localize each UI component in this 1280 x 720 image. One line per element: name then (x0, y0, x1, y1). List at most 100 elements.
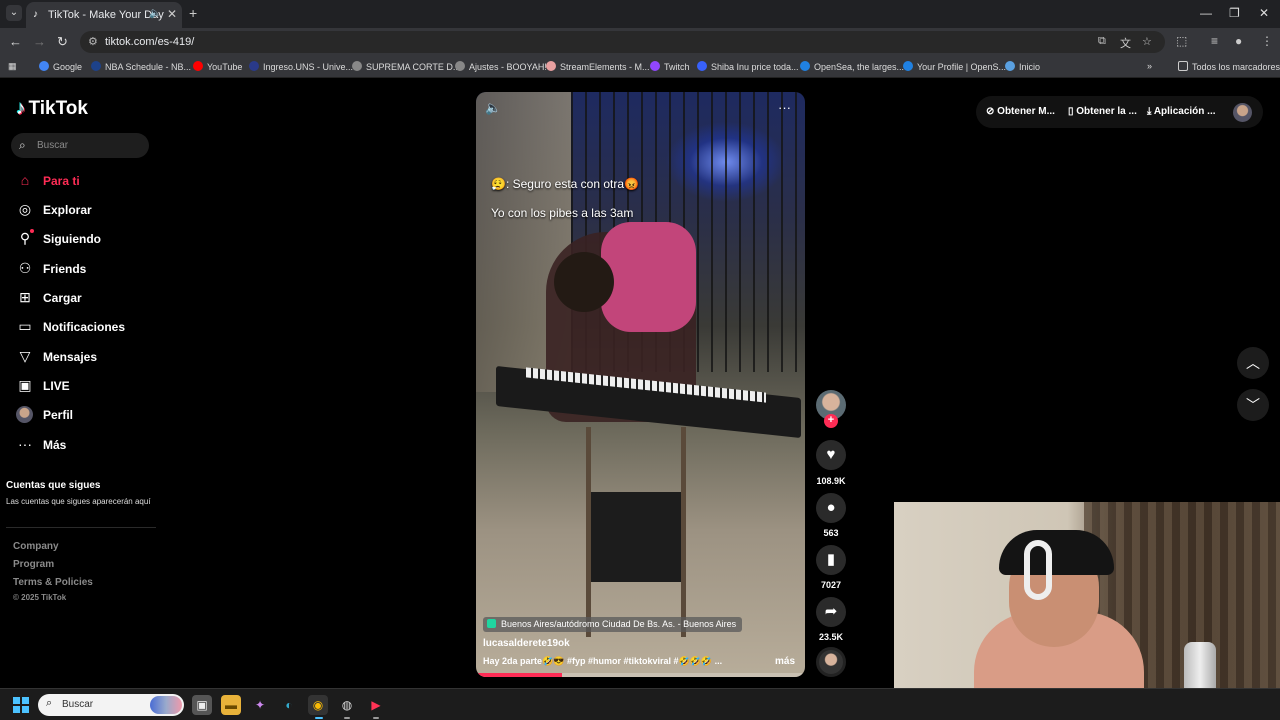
folder-icon (1178, 61, 1188, 71)
more-options-icon[interactable]: ··· (778, 100, 791, 115)
bookmark-suprema-corte[interactable]: SUPREMA CORTE D... (352, 61, 460, 72)
messages-icon: ▽ (19, 348, 31, 364)
nav-label: Friends (43, 262, 87, 276)
new-tab-icon[interactable]: + (189, 5, 197, 21)
share-count: 23.5K (818, 632, 844, 642)
video-progress-bar[interactable] (476, 673, 805, 677)
bookmark-inicio[interactable]: Inicio (1005, 61, 1040, 72)
get-coins-button[interactable]: ⊘ Obtener M... (986, 106, 1055, 117)
nav-notifications[interactable]: ▭ Notificaciones (16, 317, 166, 337)
tab-close-icon[interactable]: ✕ (167, 7, 177, 21)
tab-list-icon[interactable]: ⌄ (6, 5, 22, 21)
install-app-icon[interactable]: ⧉ (1098, 35, 1106, 48)
footer-company[interactable]: Company (13, 541, 59, 552)
nav-for-you[interactable]: ⌂ Para ti (16, 171, 166, 191)
tiktok-logo[interactable]: ♪ TikTok (16, 98, 88, 120)
bookmark-twitch[interactable]: Twitch (650, 61, 690, 72)
nav-live[interactable]: ▣ LIVE (16, 376, 166, 396)
media-control-icon[interactable]: ≡ (1211, 34, 1218, 48)
windows-start-icon[interactable] (13, 697, 29, 713)
comment-count: 563 (823, 528, 839, 538)
footer-terms[interactable]: Terms & Policies (13, 577, 93, 588)
more-description-link[interactable]: más (775, 656, 795, 667)
taskbar-search-placeholder: Buscar (62, 699, 94, 710)
back-icon[interactable]: ← (9, 34, 22, 49)
nav-upload[interactable]: ⊞ Cargar (16, 288, 166, 308)
more-bookmarks-icon[interactable]: » (1147, 61, 1152, 71)
share-button[interactable]: ➦ (816, 597, 846, 627)
video-caption-line2: Yo con los pibes a las 3am (491, 206, 634, 220)
browser-tab-tiktok[interactable]: ♪ TikTok - Make Your Day 🔈 ✕ (26, 2, 182, 28)
bookmark-youtube[interactable]: YouTube (193, 61, 242, 72)
music-disc[interactable] (816, 647, 846, 677)
forward-icon[interactable]: → (33, 34, 46, 49)
chrome-icon[interactable]: ◉ (308, 695, 328, 715)
taskbar-search[interactable]: ⌕ Buscar (38, 694, 184, 716)
footer-program[interactable]: Program (13, 559, 54, 570)
comment-button[interactable]: ● (816, 493, 846, 523)
bookmark-nba[interactable]: NBA Schedule - NB... (91, 61, 191, 72)
follow-plus-icon[interactable]: + (824, 414, 838, 428)
obs-icon[interactable]: ◍ (337, 695, 357, 715)
desktop-app-button[interactable]: ⤓ Aplicación ... (1147, 106, 1216, 117)
chevron-down-icon: ﹀ (1246, 397, 1260, 413)
address-bar[interactable]: ⚙ tiktok.com/es-419/ ⧉ 文 ☆ (80, 31, 1165, 53)
file-explorer-icon[interactable]: ▬ (221, 695, 241, 715)
window-close-icon[interactable]: ✕ (1259, 6, 1269, 20)
nav-more[interactable]: ··· Más (16, 435, 166, 455)
bookmark-streamelements[interactable]: StreamElements - M... (546, 61, 650, 72)
nav-profile[interactable]: Perfil (16, 405, 166, 425)
nav-friends[interactable]: ⚇ Friends (16, 259, 166, 279)
bookmark-opensea-profile[interactable]: Your Profile | OpenS... (903, 61, 1006, 72)
tab-audio-icon[interactable]: 🔈 (149, 8, 161, 19)
nav-label: Cargar (43, 291, 82, 305)
site-info-icon[interactable]: ⚙ (88, 35, 98, 48)
search-input[interactable]: ⌕ Buscar (11, 133, 149, 158)
translate-icon[interactable]: 文 (1120, 35, 1131, 51)
location-tag[interactable]: Buenos Aires/autódromo Ciudad De Bs. As.… (483, 617, 743, 632)
live-icon: ▣ (18, 377, 32, 393)
apps-icon[interactable]: ▦ (8, 61, 17, 72)
video-author[interactable]: lucasalderete19ok (483, 638, 570, 649)
nav-explore[interactable]: ◎ Explorar (16, 200, 166, 220)
task-view-icon[interactable]: ▣ (192, 695, 212, 715)
extensions-icon[interactable]: ⬚ (1176, 34, 1187, 48)
coinmarketcap-icon (697, 61, 707, 71)
location-pin-icon (487, 619, 496, 628)
nav-following[interactable]: ⚲ Siguiendo (16, 229, 166, 249)
bookmark-google[interactable]: Google (39, 61, 82, 72)
get-app-button[interactable]: ▯ Obtener la ... (1068, 106, 1137, 117)
previous-video-button[interactable]: ︿ (1237, 347, 1269, 379)
menu-icon[interactable]: ⋮ (1261, 34, 1273, 48)
notifications-icon: ▭ (18, 318, 32, 334)
webcam-scene (1024, 540, 1052, 600)
bookmark-uns[interactable]: Ingreso.UNS - Unive... (249, 61, 353, 72)
video-scene (554, 252, 614, 312)
nav-label: Para ti (43, 174, 80, 188)
edge-icon[interactable]: ◐ (279, 695, 299, 715)
reload-icon[interactable]: ↻ (57, 34, 68, 50)
all-bookmarks[interactable]: Todos los marcadores (1178, 61, 1280, 72)
bookmark-opensea[interactable]: OpenSea, the larges... (800, 61, 904, 72)
copilot-icon[interactable]: ✦ (250, 695, 270, 715)
compass-icon: ◎ (18, 201, 32, 217)
save-button[interactable]: ▮ (816, 545, 846, 575)
bookmark-booyah[interactable]: Ajustes - BOOYAH! (455, 61, 547, 72)
video-player[interactable]: 🔈 ··· 😮‍💨: Seguro esta con otra😡 Yo con … (476, 92, 805, 677)
avatar[interactable] (1233, 103, 1252, 122)
minimize-icon[interactable]: — (1200, 6, 1212, 20)
volume-icon[interactable]: 🔈 (485, 100, 501, 116)
bookmark-shiba[interactable]: Shiba Inu price toda... (697, 61, 799, 72)
copyright: © 2025 TikTok (13, 593, 67, 602)
streamelements-icon (546, 61, 556, 71)
media-player-icon[interactable]: ▶ (366, 695, 386, 715)
app-indicator (344, 717, 350, 719)
following-accounts-desc: Las cuentas que sigues aparecerán aquí (6, 497, 151, 506)
bookmark-star-icon[interactable]: ☆ (1142, 35, 1152, 48)
restore-icon[interactable]: ❐ (1229, 6, 1240, 20)
twitch-icon (650, 61, 660, 71)
profile-icon[interactable]: ● (1235, 34, 1242, 48)
nav-messages[interactable]: ▽ Mensajes (16, 347, 166, 367)
next-video-button[interactable]: ﹀ (1237, 389, 1269, 421)
like-button[interactable]: ♥ (816, 440, 846, 470)
